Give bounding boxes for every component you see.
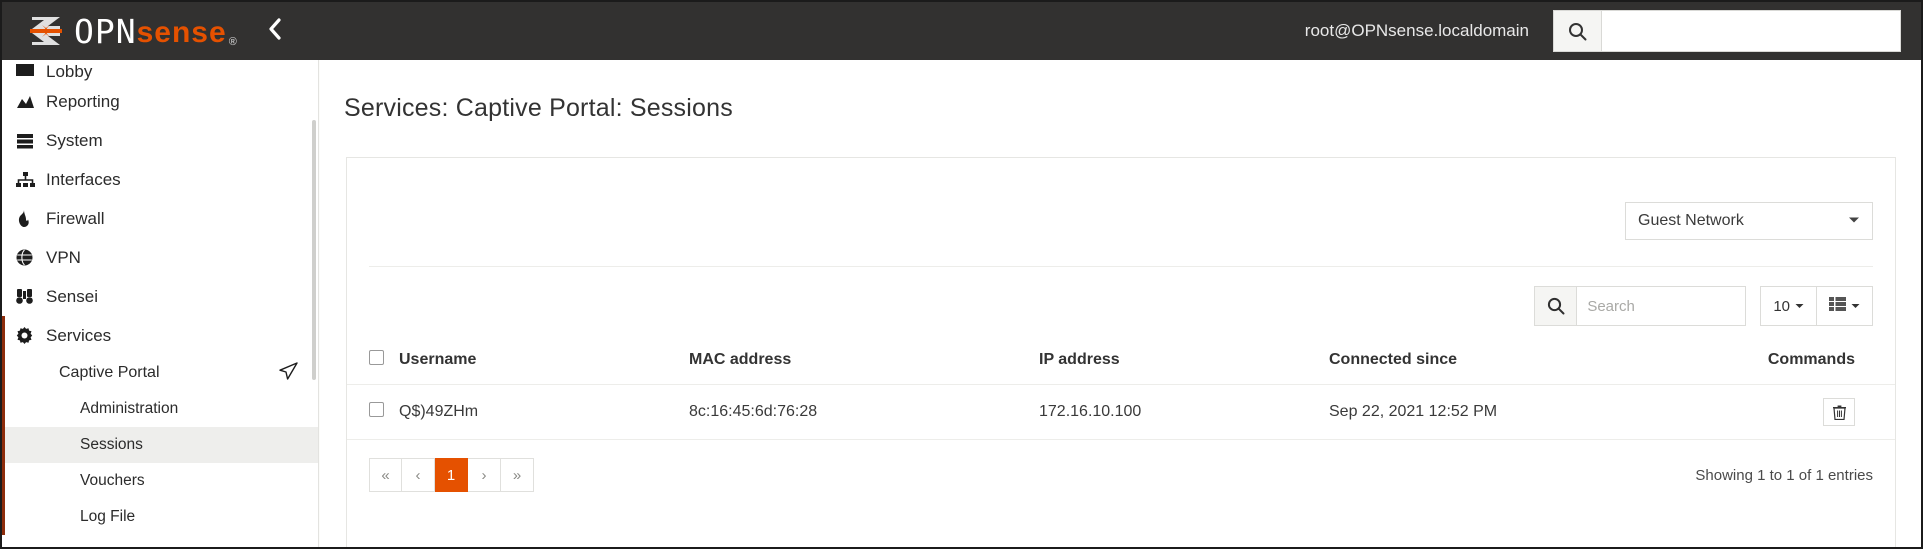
globe-icon (16, 249, 46, 266)
sidebar-item-services[interactable]: Services (2, 316, 318, 355)
sidebar-item-lobby[interactable]: Lobby (2, 60, 318, 82)
sidebar-item-label: Services (46, 325, 112, 345)
pagination-last[interactable]: » (501, 458, 534, 492)
sidebar-item-firewall[interactable]: Firewall (2, 199, 318, 238)
cell-connected-since: Sep 22, 2021 12:52 PM (1329, 384, 1709, 440)
chevron-down-icon (1848, 215, 1860, 227)
opnsense-window: OPN sense ® root@OPNsense.localdomain Lobb… (0, 0, 1923, 549)
main-content: Services: Captive Portal: Sessions Guest… (320, 60, 1921, 547)
sidebar-item-sessions[interactable]: Sessions (2, 427, 318, 463)
fire-icon (16, 210, 46, 227)
network-select-value: Guest Network (1638, 212, 1744, 229)
chart-icon (16, 94, 46, 110)
brand-wordmark: OPN sense ® (74, 15, 238, 48)
table-body: Q$)49ZHm 8c:16:45:6d:76:28 172.16.10.100… (347, 384, 1895, 440)
cell-commands (1709, 384, 1895, 440)
sidebar-scrollbar[interactable] (312, 120, 316, 380)
table-search-input[interactable] (1576, 286, 1747, 326)
paper-plane-icon[interactable] (279, 361, 298, 385)
sidebar-item-label: Interfaces (46, 169, 121, 189)
sidebar-item-log-file[interactable]: Log File (2, 499, 318, 535)
global-search-input[interactable] (1601, 10, 1901, 52)
sidebar-item-reporting[interactable]: Reporting (2, 82, 318, 121)
panel-top-spacer (347, 158, 1895, 202)
column-header-connected-since[interactable]: Connected since (1329, 340, 1709, 385)
brand-sense-text: sense (136, 15, 227, 49)
page-size-value: 10 (1773, 297, 1790, 315)
trash-icon[interactable] (1823, 398, 1855, 426)
sidebar-item-interfaces[interactable]: Interfaces (2, 160, 318, 199)
columns-icon (1829, 297, 1846, 315)
brand-registered-mark: ® (228, 35, 238, 48)
column-header-ip-address[interactable]: IP address (1039, 340, 1329, 385)
binoculars-icon (16, 288, 46, 305)
main-sidebar[interactable]: Lobby Reporting System Interfaces Firewa (2, 60, 319, 547)
sidebar-item-label: VPN (46, 247, 81, 267)
sidebar-item-vouchers[interactable]: Vouchers (2, 463, 318, 499)
sidebar-item-label: System (46, 130, 103, 150)
brand-opn-text: OPN (74, 11, 137, 51)
pagination: « ‹ 1 › » (369, 458, 534, 492)
sidebar-item-captive-portal[interactable]: Captive Portal (2, 355, 318, 391)
top-navigation-bar: OPN sense ® root@OPNsense.localdomain (2, 2, 1921, 60)
table-footer: « ‹ 1 › » Showing 1 to 1 of 1 entries (347, 440, 1895, 492)
select-all-header (347, 340, 399, 385)
table-head: Username MAC address IP address Connecte… (347, 340, 1895, 385)
server-icon (16, 133, 46, 149)
sidebar-item-label: Firewall (46, 208, 105, 228)
sidebar-collapse-chevron-left-icon[interactable] (268, 17, 282, 45)
topbar-right-group: root@OPNsense.localdomain (1305, 10, 1901, 52)
cell-ip-address: 172.16.10.100 (1039, 384, 1329, 440)
sidebar-subitem-label: Captive Portal (59, 364, 160, 381)
cell-mac-address: 8c:16:45:6d:76:28 (689, 384, 1039, 440)
sidebar-subitem-label: Administration (80, 400, 179, 417)
sidebar-item-system[interactable]: System (2, 121, 318, 160)
sidebar-subitem-label: Sessions (80, 436, 143, 453)
current-user-label: root@OPNsense.localdomain (1304, 21, 1529, 40)
table-controls-row: 10 (347, 286, 1895, 326)
caret-down-icon (1795, 301, 1804, 312)
column-header-mac-address[interactable]: MAC address (689, 340, 1039, 385)
sitemap-icon (16, 171, 46, 188)
panel-divider (369, 266, 1873, 267)
gear-icon (16, 327, 46, 344)
table-search[interactable] (1534, 286, 1747, 326)
sidebar-subitem-label: Log File (80, 508, 136, 525)
sidebar-subitem-label: Vouchers (80, 472, 145, 489)
sidebar-item-administration[interactable]: Administration (2, 391, 318, 427)
search-icon[interactable] (1553, 10, 1601, 52)
sidebar-item-vpn[interactable]: VPN (2, 238, 318, 277)
column-header-commands: Commands (1709, 340, 1895, 385)
column-visibility-dropdown[interactable] (1817, 286, 1873, 326)
row-select-cell (347, 384, 399, 440)
pagination-first[interactable]: « (369, 458, 402, 492)
caret-down-icon (1851, 301, 1860, 312)
select-all-checkbox[interactable] (369, 350, 384, 365)
showing-entries-label: Showing 1 to 1 of 1 entries (1695, 466, 1873, 484)
sessions-panel: Guest Network 10 (346, 157, 1896, 547)
pagination-prev[interactable]: ‹ (402, 458, 435, 492)
global-search[interactable] (1553, 10, 1901, 52)
table-options-group: 10 (1760, 286, 1873, 326)
opnsense-logo-icon (26, 14, 66, 48)
sidebar-item-sensei[interactable]: Sensei (2, 277, 318, 316)
row-checkbox[interactable] (369, 402, 384, 417)
network-select[interactable]: Guest Network (1625, 202, 1873, 240)
lobby-icon (16, 62, 46, 82)
search-icon[interactable] (1534, 286, 1577, 326)
sidebar-item-label: Lobby (46, 62, 93, 81)
cell-username: Q$)49ZHm (399, 384, 689, 440)
network-selector-row: Guest Network (347, 202, 1895, 240)
brand-logo-area[interactable]: OPN sense ® (26, 14, 238, 48)
sessions-table: Username MAC address IP address Connecte… (347, 340, 1895, 440)
pagination-next[interactable]: › (468, 458, 501, 492)
table-header-row: Username MAC address IP address Connecte… (347, 340, 1895, 385)
sidebar-item-label: Reporting (46, 91, 120, 111)
page-title: Services: Captive Portal: Sessions (344, 94, 733, 122)
pagination-page-1[interactable]: 1 (435, 458, 468, 492)
column-header-username[interactable]: Username (399, 340, 689, 385)
page-size-dropdown[interactable]: 10 (1760, 286, 1817, 326)
table-row[interactable]: Q$)49ZHm 8c:16:45:6d:76:28 172.16.10.100… (347, 384, 1895, 440)
sidebar-item-label: Sensei (46, 286, 98, 306)
